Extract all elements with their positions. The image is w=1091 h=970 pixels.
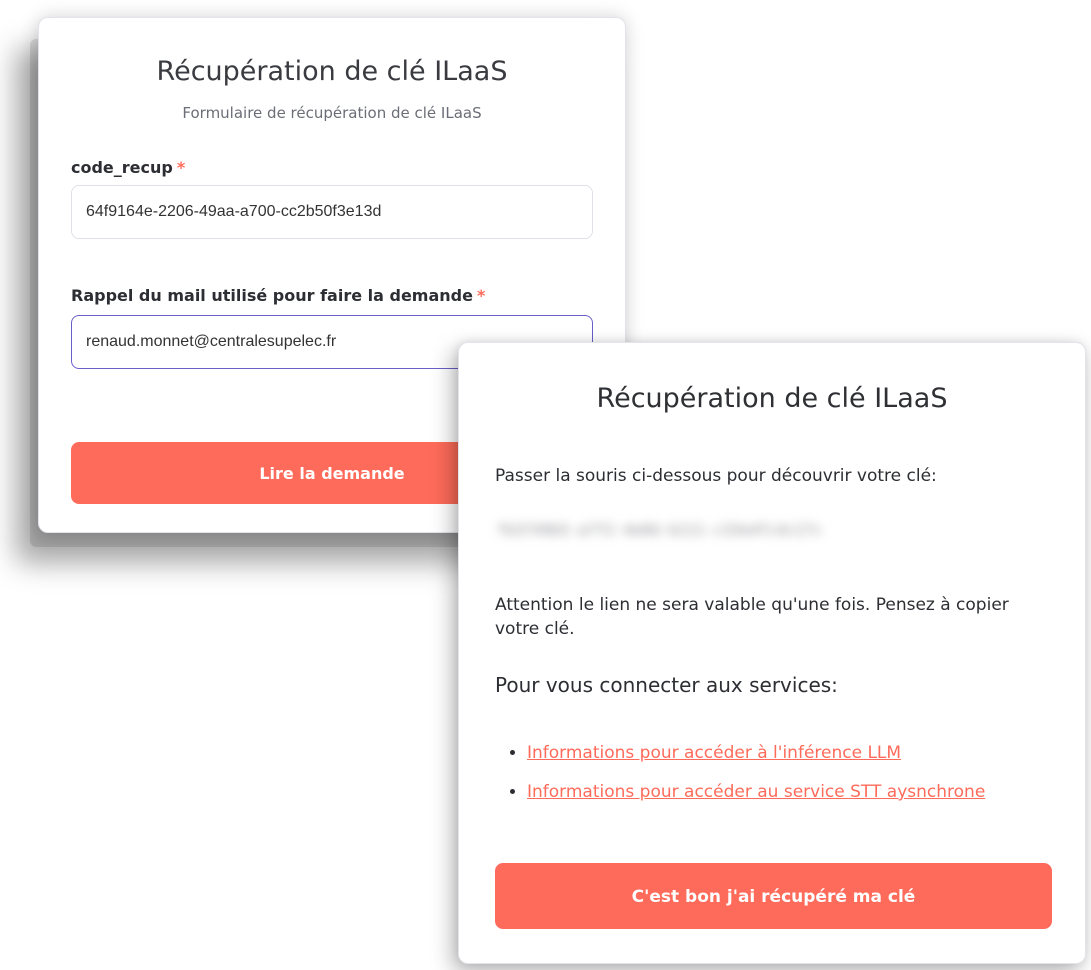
single-use-warning: Attention le lien ne sera valable qu'une…: [495, 595, 1009, 639]
services-heading: Pour vous connecter aux services:: [495, 673, 838, 697]
email-reminder-label-text: Rappel du mail utilisé pour faire la dem…: [71, 286, 473, 305]
key-retrieved-confirm-button[interactable]: C'est bon j'ai récupéré ma clé: [495, 863, 1052, 929]
code-recup-label-text: code_recup: [71, 158, 173, 177]
stt-async-info-link[interactable]: Informations pour accéder au service STT…: [527, 782, 985, 802]
result-title: Récupération de clé ILaaS: [596, 383, 948, 414]
key-result-card: Récupération de clé ILaaS Passer la sour…: [458, 342, 1086, 964]
hidden-key-reveal[interactable]: fb3749b5-a7f2-4e0d-b111-c33e4fc4c17c: [497, 521, 1037, 545]
hover-hint-text: Passer la souris ci-dessous pour découvr…: [495, 466, 937, 486]
services-link-list: Informations pour accéder à l'inférence …: [509, 741, 985, 819]
form-subtitle: Formulaire de récupération de clé ILaaS: [182, 104, 482, 122]
code-recup-label: code_recup *: [71, 158, 185, 177]
code-recup-input[interactable]: [71, 185, 593, 239]
list-item: Informations pour accéder au service STT…: [527, 780, 985, 804]
required-asterisk: *: [176, 158, 186, 177]
screen: Récupération de clé ILaaS Formulaire de …: [0, 0, 1091, 970]
required-asterisk: *: [476, 286, 486, 305]
form-title: Récupération de clé ILaaS: [156, 56, 508, 87]
list-item: Informations pour accéder à l'inférence …: [527, 741, 985, 765]
email-reminder-label: Rappel du mail utilisé pour faire la dem…: [71, 286, 485, 305]
llm-inference-info-link[interactable]: Informations pour accéder à l'inférence …: [527, 743, 901, 763]
